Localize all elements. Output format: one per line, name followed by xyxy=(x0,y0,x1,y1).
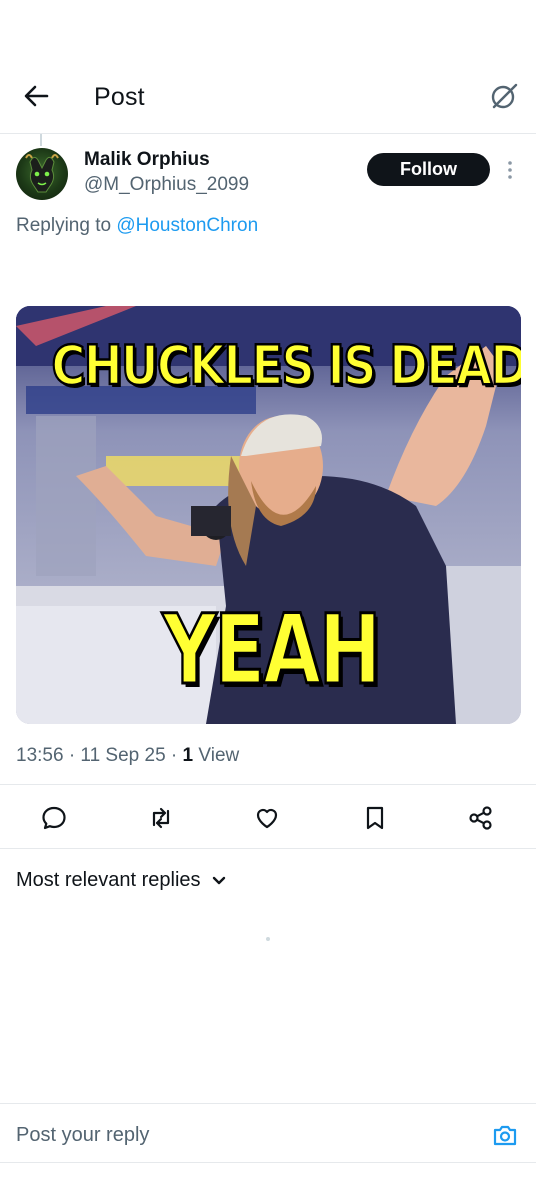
grok-icon xyxy=(491,83,518,109)
meme-top-caption: CHUCKLES IS DEAD xyxy=(50,333,521,399)
thread-connector-line xyxy=(40,134,42,146)
camera-icon xyxy=(493,1125,517,1146)
back-button[interactable] xyxy=(20,80,52,112)
replying-to-line: Replying to @HoustonChron xyxy=(16,215,258,237)
meme-bottom-caption: YEAH xyxy=(161,593,382,708)
chevron-down-icon xyxy=(212,876,225,884)
replying-to-mention[interactable]: @HoustonChron xyxy=(116,215,258,236)
reply-button[interactable] xyxy=(40,804,68,832)
share-button[interactable] xyxy=(467,804,495,832)
post-timestamp: 13:56 · 11 Sep 25 · xyxy=(16,745,183,766)
post-action-bar xyxy=(0,784,536,849)
more-options-button[interactable] xyxy=(500,158,520,182)
top-app-bar: Post xyxy=(0,58,536,134)
page-title: Post xyxy=(94,83,145,111)
bookmark-button[interactable] xyxy=(361,804,389,832)
like-button[interactable] xyxy=(253,804,281,832)
repost-button[interactable] xyxy=(147,804,175,832)
loading-indicator xyxy=(266,937,270,941)
replies-sort-label: Most relevant replies xyxy=(16,869,201,891)
like-icon xyxy=(256,808,278,829)
bookmark-icon xyxy=(366,806,384,830)
author-name[interactable]: Malik Orphius xyxy=(84,149,210,171)
more-vertical-icon xyxy=(508,161,512,179)
follow-button[interactable]: Follow xyxy=(367,153,490,186)
reply-composer xyxy=(0,1103,536,1163)
post-metadata: 13:56 · 11 Sep 25 · 1 View xyxy=(16,745,239,767)
share-icon xyxy=(469,806,492,830)
author-handle[interactable]: @M_Orphius_2099 xyxy=(84,174,249,196)
post-media-image[interactable]: CHUCKLES IS DEAD YEAH xyxy=(16,306,521,724)
avatar[interactable] xyxy=(16,148,68,200)
grok-button[interactable] xyxy=(488,80,520,112)
camera-button[interactable] xyxy=(492,1122,518,1148)
views-count[interactable]: 1 xyxy=(183,745,194,766)
reply-input[interactable] xyxy=(16,1122,456,1148)
repost-icon xyxy=(152,807,170,829)
replies-sort-dropdown[interactable]: Most relevant replies xyxy=(16,869,229,892)
replying-to-prefix: Replying to xyxy=(16,215,117,236)
arrow-left-icon xyxy=(24,85,49,107)
views-label: View xyxy=(193,745,240,766)
reply-icon xyxy=(42,806,66,830)
avatar-image xyxy=(25,154,59,193)
